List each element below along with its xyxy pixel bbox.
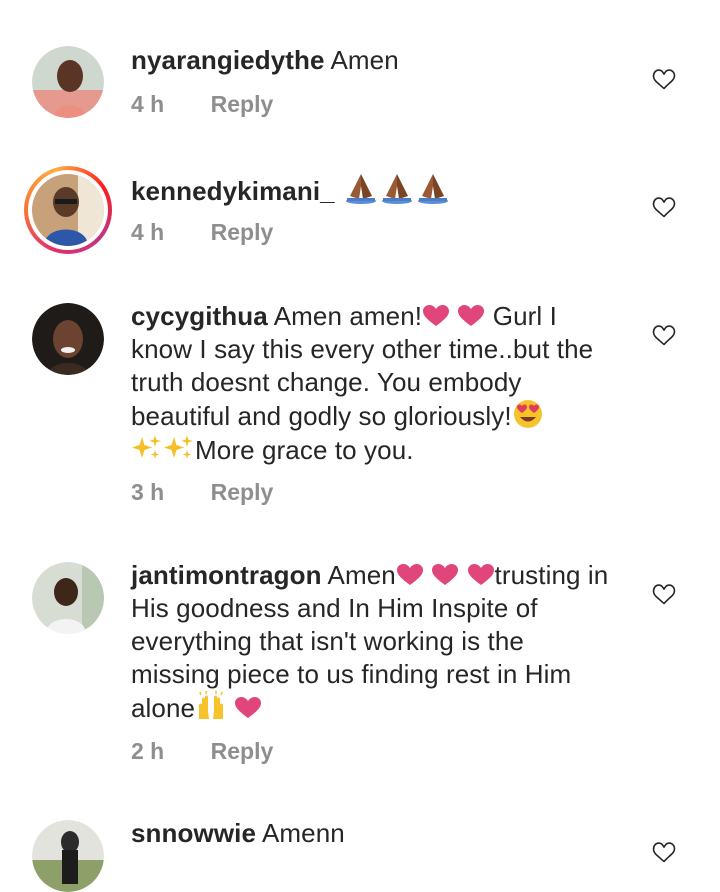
avatar[interactable] [32, 46, 104, 118]
heart-outline-icon[interactable] [651, 195, 677, 219]
raising-hands-emoji [195, 691, 227, 721]
avatar-image [32, 46, 104, 118]
comment-meta: 3 h Reply [131, 479, 273, 506]
sparkles-emoji [163, 433, 195, 463]
comment-text: kennedykimani_ [131, 172, 621, 208]
comment-timestamp: 4 h [131, 91, 165, 117]
reply-button[interactable]: Reply [211, 91, 274, 117]
avatar-story-ring[interactable] [24, 166, 112, 254]
comment-timestamp: 2 h [131, 738, 165, 764]
comment-meta: 4 h Reply [131, 91, 273, 118]
reply-button[interactable]: Reply [211, 479, 274, 505]
comment-meta: 2 h Reply [131, 738, 273, 765]
comment-body: Amen [330, 45, 399, 75]
avatar[interactable] [32, 820, 104, 892]
avatar[interactable] [32, 303, 104, 375]
reply-button[interactable]: Reply [211, 738, 274, 764]
comment-meta: 4 h Reply [131, 219, 273, 246]
red-heart-emoji [423, 305, 449, 327]
comment-text: nyarangiedythe Amen [131, 44, 621, 77]
heart-outline-icon[interactable] [651, 582, 677, 606]
red-heart-emoji [235, 697, 261, 719]
avatar-image [32, 174, 104, 246]
comment-text: jantimontragon Amen trusting in His good… [131, 559, 611, 725]
comment-username[interactable]: cycygithua [131, 301, 268, 331]
comment-username[interactable]: kennedykimani_ [131, 176, 335, 206]
folded-hands-emoji [380, 172, 414, 204]
red-heart-emoji [468, 564, 494, 586]
avatar[interactable] [32, 562, 104, 634]
sparkles-emoji [131, 433, 163, 463]
folded-hands-emoji [416, 172, 450, 204]
red-heart-emoji [432, 564, 458, 586]
comment-timestamp: 3 h [131, 479, 165, 505]
folded-hands-emoji [344, 172, 378, 204]
comment-body: Amenn [261, 818, 345, 848]
heart-outline-icon[interactable] [651, 323, 677, 347]
comment-body: Amen [327, 560, 396, 590]
avatar [28, 170, 108, 250]
avatar-image [32, 820, 104, 892]
red-heart-emoji [458, 305, 484, 327]
comment-body: Amen amen! [273, 301, 423, 331]
reply-button[interactable]: Reply [211, 219, 274, 245]
comment-body-end: More grace to you. [195, 435, 414, 465]
avatar-image [32, 562, 104, 634]
avatar-image [32, 303, 104, 375]
heart-eyes-emoji [512, 399, 544, 429]
comment-username[interactable]: snnowwie [131, 818, 256, 848]
comment-text: snnowwie Amenn [131, 817, 621, 850]
comment-username[interactable]: jantimontragon [131, 560, 322, 590]
comment-text: cycygithua Amen amen! Gurl I know I say … [131, 300, 611, 467]
comment-timestamp: 4 h [131, 219, 165, 245]
heart-outline-icon[interactable] [651, 67, 677, 91]
comment-username[interactable]: nyarangiedythe [131, 45, 325, 75]
red-heart-emoji [397, 564, 423, 586]
heart-outline-icon[interactable] [651, 840, 677, 864]
